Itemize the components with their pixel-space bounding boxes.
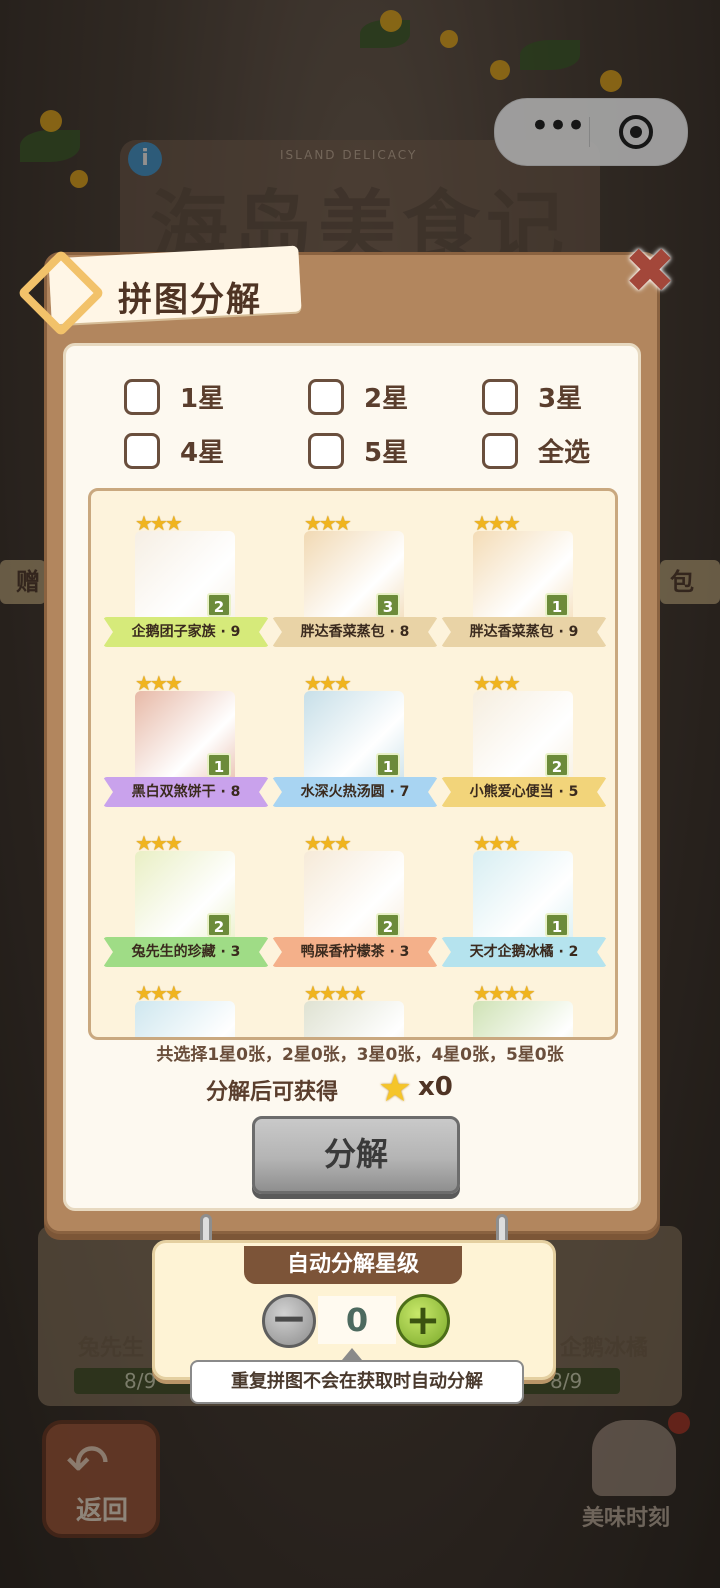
filter-label: 2星 — [364, 384, 409, 414]
filter-label: 5星 — [364, 438, 409, 468]
puzzle-card[interactable]: ★★★ 1 胖达香菜蒸包 · 9 — [441, 511, 607, 671]
star-rating: ★★★★ — [473, 981, 536, 1005]
puzzle-card[interactable]: ★★★ 2 兔先生的珍藏 · 3 — [103, 831, 269, 991]
card-name-ribbon: 胖达香菜蒸包 · 9 — [441, 617, 607, 647]
puzzle-card[interactable]: ★★★ — [103, 981, 269, 1037]
filter-4-star[interactable]: 4星 — [124, 432, 224, 469]
card-count-badge: 2 — [207, 913, 231, 937]
puzzle-art — [473, 1001, 573, 1037]
star-rating: ★★★ — [473, 671, 521, 695]
puzzle-art — [304, 1001, 404, 1037]
tooltip-arrow — [342, 1348, 362, 1360]
card-name-ribbon: 水深火热汤圆 · 7 — [272, 777, 438, 807]
card-count-badge: 1 — [545, 593, 569, 617]
checkbox[interactable] — [482, 432, 518, 469]
puzzle-card[interactable]: ★★★ 3 胖达香菜蒸包 · 8 — [272, 511, 438, 671]
close-x-icon[interactable]: ✖ — [622, 240, 678, 302]
puzzle-card[interactable]: ★★★★ — [441, 981, 607, 1037]
card-count-badge: 2 — [545, 753, 569, 777]
card-count-badge: 1 — [545, 913, 569, 937]
puzzle-card[interactable]: ★★★ 1 黑白双煞饼干 · 8 — [103, 671, 269, 831]
filter-1-star[interactable]: 1星 — [124, 378, 224, 415]
checkbox[interactable] — [124, 432, 160, 469]
star-rating: ★★★ — [135, 671, 183, 695]
obtain-value: x0 — [418, 1072, 453, 1102]
card-name-ribbon: 兔先生的珍藏 · 3 — [103, 937, 269, 967]
star-rating: ★★★ — [473, 831, 521, 855]
card-count-badge: 3 — [376, 593, 400, 617]
card-name-ribbon: 小熊爱心便当 · 5 — [441, 777, 607, 807]
filter-label: 全选 — [538, 438, 591, 468]
card-count-badge: 1 — [376, 753, 400, 777]
filter-label: 1星 — [180, 384, 225, 414]
auto-decompose-tooltip: 重复拼图不会在获取时自动分解 — [190, 1360, 524, 1404]
increase-button[interactable]: + — [396, 1294, 450, 1348]
star-rating: ★★★ — [304, 511, 352, 535]
checkbox[interactable] — [308, 378, 344, 415]
star-rating: ★★★ — [135, 511, 183, 535]
puzzle-card[interactable]: ★★★ 2 企鹅团子家族 · 9 — [103, 511, 269, 671]
puzzle-art — [135, 1001, 235, 1037]
puzzle-card-grid[interactable]: ★★★ 2 企鹅团子家族 · 9 ★★★ 3 胖达香菜蒸包 · 8 ★★★ 1 胖达香菜蒸包 ·… — [88, 488, 618, 1040]
card-name-ribbon: 胖达香菜蒸包 · 8 — [272, 617, 438, 647]
star-icon: ★ — [378, 1066, 413, 1110]
card-count-badge: 2 — [376, 913, 400, 937]
star-rating: ★★★ — [135, 981, 183, 1005]
puzzle-card[interactable]: ★★★ 1 水深火热汤圆 · 7 — [272, 671, 438, 831]
star-rating: ★★★ — [304, 831, 352, 855]
dialog-title: 拼图分解 — [118, 280, 262, 320]
puzzle-card[interactable]: ★★★★ — [272, 981, 438, 1037]
decrease-button[interactable]: − — [262, 1294, 316, 1348]
filter-5-star[interactable]: 5星 — [308, 432, 408, 469]
card-count-badge: 2 — [207, 593, 231, 617]
puzzle-card[interactable]: ★★★ 2 小熊爱心便当 · 5 — [441, 671, 607, 831]
filter-label: 4星 — [180, 438, 225, 468]
obtain-label: 分解后可获得 — [206, 1080, 339, 1105]
filter-select-all[interactable]: 全选 — [482, 432, 590, 469]
card-count-badge: 1 — [207, 753, 231, 777]
star-rating: ★★★ — [304, 671, 352, 695]
puzzle-card[interactable]: ★★★ 2 鸭屎香柠檬茶 · 3 — [272, 831, 438, 991]
decompose-button[interactable]: 分解 — [252, 1116, 460, 1194]
card-name-ribbon: 鸭屎香柠檬茶 · 3 — [272, 937, 438, 967]
filter-2-star[interactable]: 2星 — [308, 378, 408, 415]
filter-label: 3星 — [538, 384, 583, 414]
star-rating: ★★★ — [135, 831, 183, 855]
selection-summary: 共选择1星0张，2星0张，3星0张，4星0张，5星0张 — [156, 1045, 564, 1065]
star-level-value: 0 — [318, 1296, 396, 1344]
card-name-ribbon: 天才企鹅冰橘 · 2 — [441, 937, 607, 967]
star-rating: ★★★★ — [304, 981, 367, 1005]
filter-3-star[interactable]: 3星 — [482, 378, 582, 415]
card-name-ribbon: 企鹅团子家族 · 9 — [103, 617, 269, 647]
star-rating: ★★★ — [473, 511, 521, 535]
checkbox[interactable] — [308, 432, 344, 469]
checkbox[interactable] — [124, 378, 160, 415]
puzzle-card[interactable]: ★★★ 1 天才企鹅冰橘 · 2 — [441, 831, 607, 991]
checkbox[interactable] — [482, 378, 518, 415]
card-name-ribbon: 黑白双煞饼干 · 8 — [103, 777, 269, 807]
auto-decompose-title: 自动分解星级 — [244, 1246, 462, 1284]
